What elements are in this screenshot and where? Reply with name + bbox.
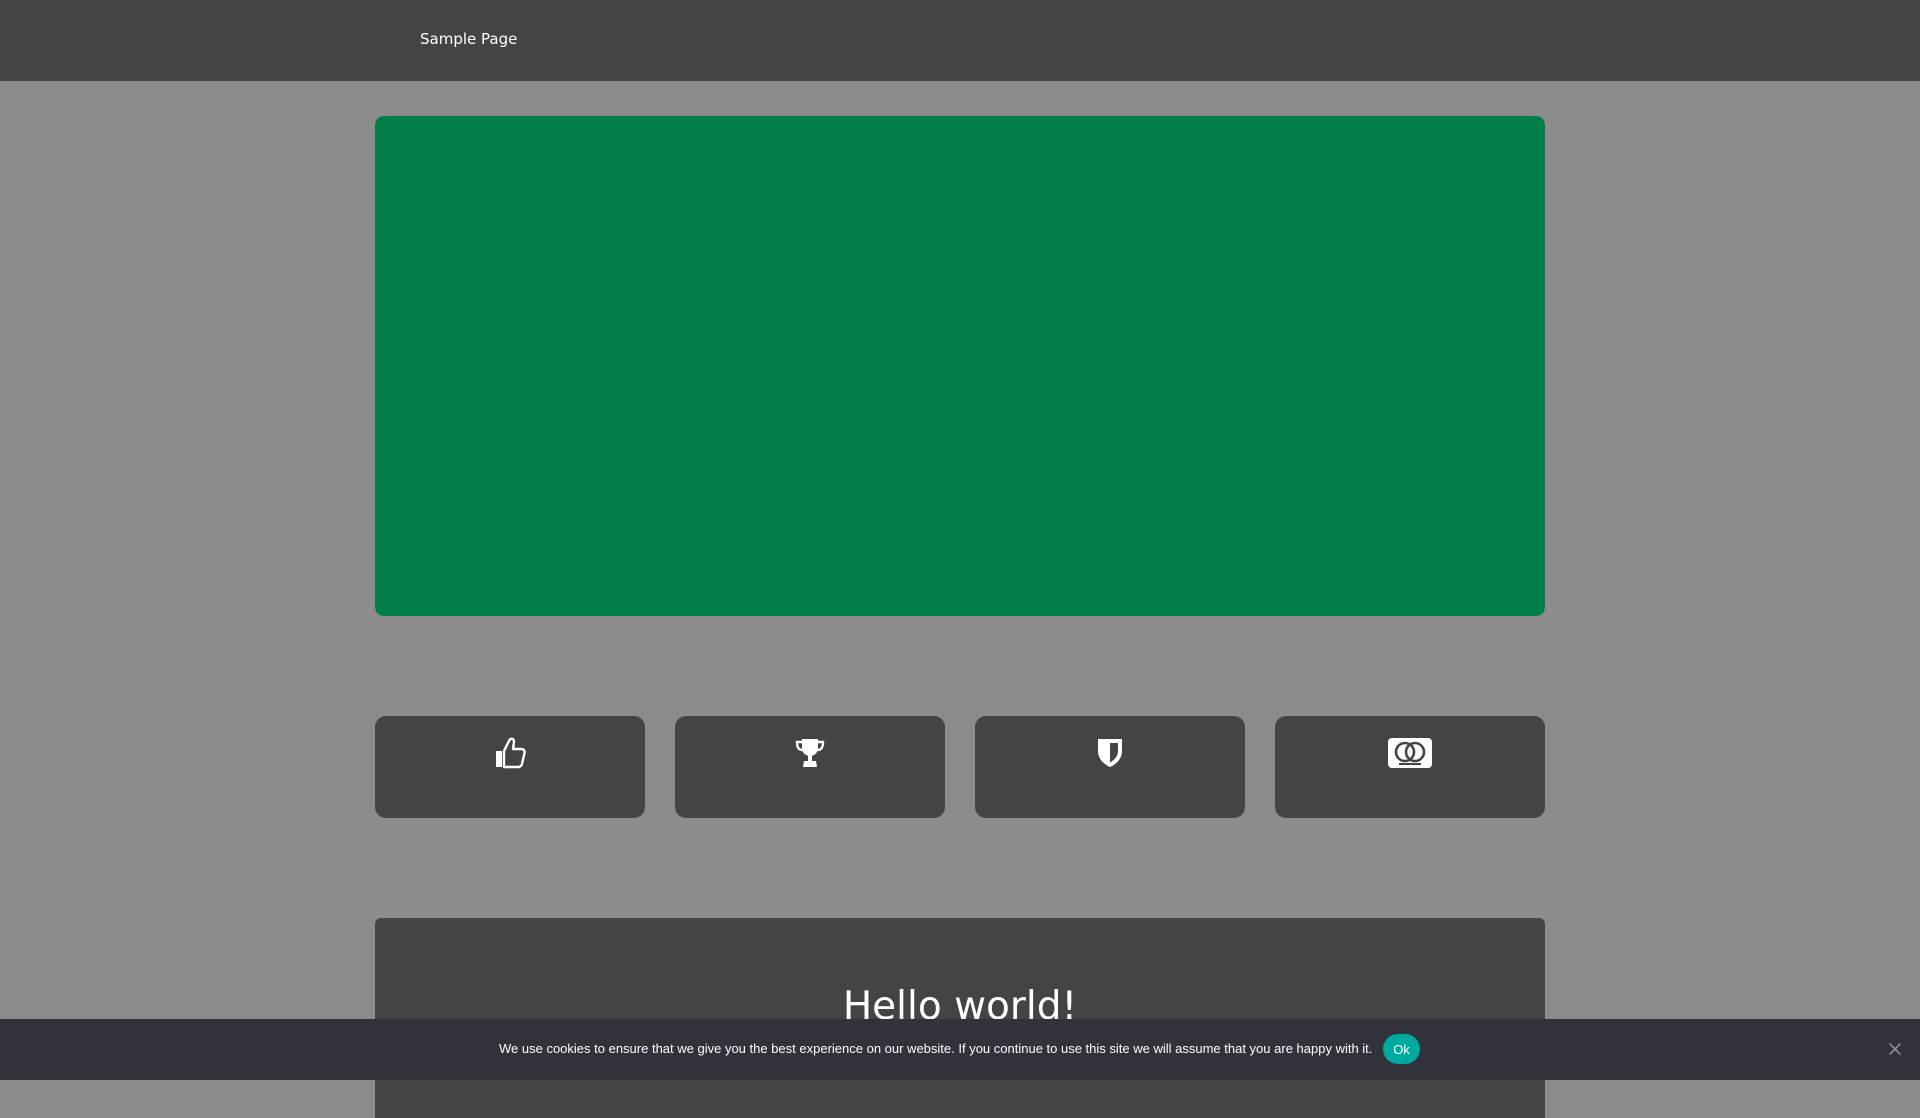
cookie-notice: We use cookies to ensure that we give yo… <box>0 1019 1920 1080</box>
site-header: Sample Page <box>0 0 1920 81</box>
shield-icon <box>1098 739 1122 767</box>
thumbs-up-icon <box>496 737 526 769</box>
mastercard-icon <box>1388 738 1432 768</box>
cookie-ok-button[interactable]: Ok <box>1383 1034 1420 1064</box>
nav-item-sample-page[interactable]: Sample Page <box>420 30 517 48</box>
hero-banner <box>375 116 1545 616</box>
close-icon[interactable] <box>1887 1041 1903 1057</box>
feature-card-shield <box>975 716 1245 818</box>
trophy-icon <box>795 739 825 767</box>
post-card: Hello world! <box>375 918 1545 1118</box>
feature-card-mastercard <box>1275 716 1545 818</box>
feature-card-trophy <box>675 716 945 818</box>
feature-card-thumbs-up <box>375 716 645 818</box>
cookie-notice-text: We use cookies to ensure that we give yo… <box>499 1041 1373 1056</box>
